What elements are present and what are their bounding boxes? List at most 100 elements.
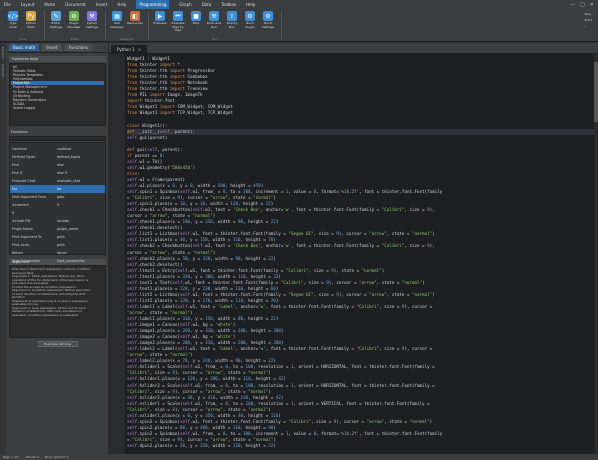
menu-item-file[interactable]: File [4,0,11,9]
ribbon-button-label: Plugin Manager [67,21,81,29]
ribbon-group-caption: Editor [70,37,80,41]
tab-python-1[interactable]: Python 1 × [111,45,148,53]
minimize-icon[interactable]: — [570,2,575,8]
function-row[interactable]: Include File include [10,217,105,225]
editor-settings-button[interactable]: ✎ Editor Settings [48,11,64,29]
ribbon-button-label: Resources [127,21,143,25]
function-keyword: plugin_name [57,227,79,231]
function-name: Increment [12,203,29,207]
ribbon-group-caption: Code [19,37,27,41]
menu-item-layout[interactable]: Layout [21,0,35,9]
function-row[interactable]: Continue continue [10,145,105,153]
gui-designer-button[interactable]: ▦ GUI Designer [109,11,125,29]
step-button[interactable]: ⏭ Evaluate Step by Step [170,11,186,33]
left-panel-tabs: Basic math Insert Functions [7,43,108,53]
menu-item-toolbox[interactable]: Toolbox [221,0,236,9]
function-row[interactable]: Hide Argument Form goto [10,193,105,201]
snippet-list[interactable]: All Periodic Table Physics Templates Polyno… [9,63,106,126]
ribbon-right-option[interactable]: Step [584,12,592,16]
ribbon-button-label: Type Code [9,21,17,29]
snippets-header-label: Functions Help [12,57,38,61]
plugin-button[interactable]: ⚙ Plugin Manager [66,11,82,29]
function-keyword: evaluate_chat [57,179,81,183]
menu-item-insert[interactable]: Insert [96,0,107,9]
close-tab-icon[interactable]: × [138,47,141,52]
menu-item-programming[interactable]: Programming [136,0,170,9]
function-keyword: print [57,235,65,239]
status-item: Words: 0 [25,455,39,459]
python-button[interactable]: Py Python Math [23,11,39,29]
function-row[interactable]: Increment if [10,201,105,209]
snippet-item[interactable]: Scalar Logger [11,106,104,110]
code-line[interactable]: 64 self.dpin2.place(x = 20, y = 220, wid… [127,443,595,449]
maximize-icon[interactable]: □ [580,2,585,8]
stop-button[interactable]: ■ Stop [188,11,204,26]
function-keyword: goto [57,195,65,199]
function-name: Print Argument To [12,235,42,239]
ribbon-right-option[interactable]: Build [584,18,592,22]
menu-item-help[interactable]: Help [117,0,126,9]
vertical-tab-explorer[interactable]: Explorer [1,47,5,60]
ribbon-group-caption: Run [212,37,218,41]
function-row[interactable]: Else If else if [10,169,105,177]
functions-table: Continue continue Defined Types defined_typ… [9,142,106,263]
stop-icon: ■ [191,11,201,21]
build-settings-button[interactable]: ⚙ Build Settings [260,11,276,29]
function-name: Continue [12,147,27,151]
ribbon-button-label: Stop [192,21,200,25]
build-settings-icon: ⚙ [263,11,273,21]
function-row[interactable]: Print Argument To print [10,233,105,241]
ribbon-group-designer: ▦ GUI Designer ◧ Resources Designer [106,11,149,41]
function-keyword: return [57,251,68,255]
function-row[interactable]: Evaluate Chat evaluate_chat [10,177,105,185]
function-row[interactable]: Plugin Name plugin_name [10,225,105,233]
ribbon-button-label: Python Settings [85,21,99,29]
function-keyword: else [57,163,64,167]
build-run-button[interactable]: ⚒ Build and Run [206,11,222,29]
function-name: Evaluate Chat [12,179,36,183]
resources-button[interactable]: ◧ Resources [127,11,143,26]
ribbon-right-option[interactable]: ... [584,24,592,28]
tab-insert[interactable]: Insert [42,44,62,51]
function-row[interactable]: Else else [10,161,105,169]
menu-item-data[interactable]: Data [202,0,212,9]
menu-item-help[interactable]: Help [246,0,255,9]
tab-basic-math[interactable]: Basic math [9,44,40,51]
examples-window-button[interactable]: Examples Window [37,341,78,347]
ribbon-button-label: Evaluate [153,21,167,25]
menu-item-document[interactable]: Document [65,0,86,9]
status-item: Page 1 of 1 [3,455,20,459]
vertical-tab-snippets[interactable]: Snippets [1,64,5,77]
code-area[interactable]: Widget1 : Widget1 1from tkinter import *… [109,54,598,454]
deploy-button[interactable]: ⇪ Deploy Run [224,11,240,29]
evaluate-button[interactable]: ▶ Evaluate [152,11,168,26]
build-plugin-button[interactable]: ⚙ Build Plugin [242,11,258,29]
functions-search-input[interactable] [9,136,106,141]
menu-item-paste[interactable]: Paste [44,0,55,9]
function-keyword: print [57,243,65,247]
status-bar: Page 1 of 1 Words: 0 Body applied: 0 [0,454,598,460]
ribbon-button-label: Build Plugin [245,21,255,29]
code-button[interactable]: </> Type Code [5,11,21,29]
python-settings-button[interactable]: ⚒ Python Settings [84,11,100,29]
ribbon-toolbar: </> Type Code Py Python Math Code ✎ Editor Set… [0,9,598,42]
scroll-thumb[interactable] [594,62,598,122]
line-number-gutter [109,54,125,454]
ribbon-button-label: Python Math [25,21,37,29]
snippets-header: Functions Help [9,56,106,62]
argument-text-line: executed, condition expression is evalua… [12,312,79,317]
function-name: If [12,211,15,215]
function-row[interactable]: If [10,209,105,217]
menu-item-graph[interactable]: Graph [179,0,191,9]
function-name: Include File [12,219,31,223]
function-row[interactable]: For for [10,185,105,193]
close-icon[interactable]: ✕ [590,2,594,8]
vertical-scrollbar[interactable] [594,54,598,454]
tab-functions[interactable]: Functions [64,44,92,51]
status-item: Body applied: 0 [45,455,69,459]
ribbon-group-editor: ✎ Editor Settings ⚙ Plugin Manager ⚒ Python S… [45,11,106,41]
function-row[interactable]: Return return [10,249,105,257]
function-row[interactable]: Print Lines print [10,241,105,249]
code-icon: </> [6,11,20,21]
function-row[interactable]: Defined Types defined_types [10,153,105,161]
